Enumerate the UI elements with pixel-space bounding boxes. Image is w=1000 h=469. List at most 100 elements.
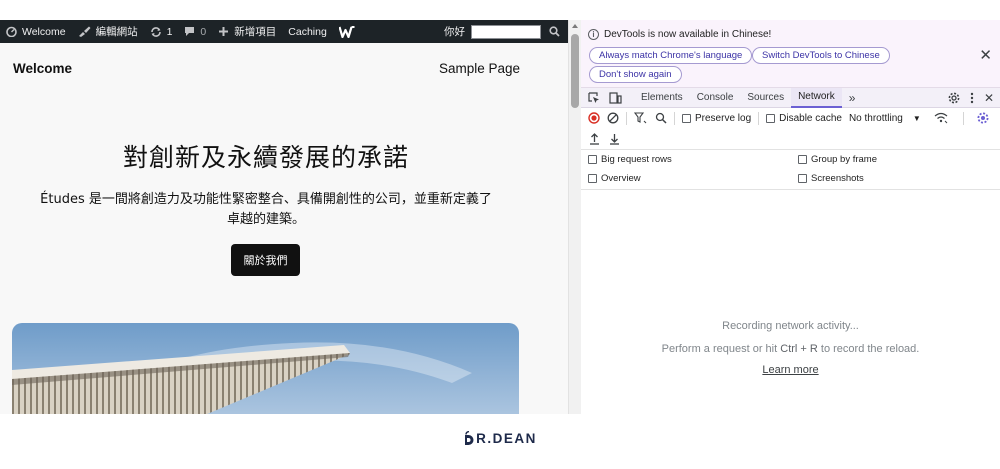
settings-gear-icon[interactable]	[948, 92, 960, 104]
clear-icon[interactable]	[607, 112, 619, 124]
infobar-close-icon[interactable]: ✕	[979, 46, 992, 64]
admin-bar-search-input[interactable]	[471, 24, 541, 39]
group-by-frame-checkbox[interactable]: Group by frame	[798, 154, 877, 165]
export-har-icon[interactable]	[609, 133, 620, 145]
dashboard-icon	[6, 26, 17, 37]
toolbar-separator	[626, 111, 627, 125]
record-stop-icon[interactable]	[588, 112, 600, 124]
overview-label: Overview	[601, 173, 641, 184]
site-header: Welcome Sample Page	[0, 43, 568, 93]
network-toolbar: Preserve log Disable cache No throttling…	[581, 108, 1000, 128]
screenshots-label: Screenshots	[811, 173, 864, 184]
reload-hint-suffix: to record the reload.	[820, 343, 920, 355]
import-har-icon[interactable]	[589, 132, 600, 145]
filter-icon[interactable]	[634, 112, 648, 124]
screenshots-box[interactable]	[798, 174, 807, 183]
network-settings-pane: Big request rows Group by frame Overview…	[581, 150, 1000, 190]
tab-elements[interactable]: Elements	[629, 88, 690, 108]
reload-shortcut: Ctrl + R	[780, 343, 818, 355]
dr-dean-logo-mark-icon	[465, 430, 474, 445]
inspect-element-icon[interactable]	[581, 88, 607, 108]
architecture-photo	[12, 323, 519, 414]
wp-admin-bar: Welcome 編輯網站 1 0 新增項目 Caching 你好	[0, 20, 568, 43]
admin-bar-updates[interactable]: 1	[144, 20, 179, 43]
search-icon	[549, 26, 560, 37]
chevron-down-icon: ▼	[912, 113, 921, 123]
admin-bar-edit-site[interactable]: 編輯網站	[72, 20, 144, 43]
w-logo-icon	[338, 25, 355, 38]
tab-sources[interactable]: Sources	[740, 88, 791, 108]
nav-link-sample-page[interactable]: Sample Page	[439, 61, 520, 76]
admin-bar-w-logo-icon[interactable]	[333, 20, 363, 43]
group-by-frame-label: Group by frame	[811, 154, 877, 165]
about-us-button[interactable]: 關於我們	[231, 244, 300, 276]
admin-bar-site-menu[interactable]: Welcome	[0, 20, 72, 43]
admin-bar-site-name: Welcome	[22, 25, 66, 38]
throttling-select[interactable]: No throttling ▼	[849, 113, 921, 124]
devtools-panel: i DevTools is now available in Chinese! …	[581, 20, 1000, 414]
admin-bar-updates-count: 1	[166, 25, 173, 38]
reload-hint-prefix: Perform a request or hit	[661, 343, 778, 355]
kebab-menu-icon[interactable]	[970, 92, 974, 104]
devtools-tab-actions: ✕	[948, 91, 1000, 105]
comment-icon	[185, 27, 195, 36]
scrollbar-thumb[interactable]	[571, 34, 579, 108]
admin-bar-greeting[interactable]: 你好	[444, 24, 465, 39]
screenshots-checkbox[interactable]: Screenshots	[798, 173, 864, 184]
match-chrome-language-button[interactable]: Always match Chrome's language	[589, 47, 753, 64]
admin-bar-new-item-label: 新增項目	[234, 26, 277, 38]
network-settings-gear-icon[interactable]	[977, 112, 989, 124]
big-request-rows-box[interactable]	[588, 155, 597, 164]
overview-box[interactable]	[588, 174, 597, 183]
preserve-log-checkbox[interactable]: Preserve log	[682, 113, 751, 124]
close-devtools-icon[interactable]: ✕	[984, 91, 994, 105]
footer-logo: R.DEAN	[0, 428, 1000, 448]
dont-show-again-button[interactable]: Don't show again	[589, 66, 682, 83]
more-tabs-icon[interactable]: »	[842, 88, 863, 108]
reload-hint-text: Perform a request or hit Ctrl + R to rec…	[581, 343, 1000, 355]
admin-bar-caching[interactable]: Caching	[282, 20, 333, 43]
hero-description: Études 是一間將創造力及功能性緊密整合、具備開創性的公司，並重新定義了卓越…	[40, 192, 492, 227]
screenshot-frame: Welcome 編輯網站 1 0 新增項目 Caching 你好 Welcome…	[0, 20, 1000, 414]
infobar-message: DevTools is now available in Chinese!	[604, 29, 772, 40]
logo-text: R.DEAN	[476, 430, 537, 446]
recording-status-text: Recording network activity...	[722, 320, 859, 332]
admin-bar-caching-label: Caching	[288, 25, 327, 38]
network-toolbar-secondary	[581, 128, 1000, 150]
learn-more-link[interactable]: Learn more	[762, 364, 818, 376]
toolbar-separator	[758, 111, 760, 125]
device-toolbar-icon[interactable]	[607, 88, 629, 108]
overview-checkbox[interactable]: Overview	[588, 173, 641, 184]
tab-console[interactable]: Console	[690, 88, 741, 108]
preserve-log-box[interactable]	[682, 113, 691, 123]
search-icon[interactable]	[655, 112, 667, 124]
admin-bar-comments[interactable]: 0	[178, 20, 212, 43]
language-infobar: i DevTools is now available in Chinese! …	[581, 20, 1000, 88]
disable-cache-checkbox[interactable]: Disable cache	[766, 113, 842, 124]
preserve-log-label: Preserve log	[695, 112, 752, 124]
disable-cache-box[interactable]	[766, 113, 776, 123]
plus-icon	[219, 27, 229, 36]
network-conditions-icon[interactable]	[934, 112, 948, 124]
brush-icon	[78, 26, 91, 37]
infobar-message-row: i DevTools is now available in Chinese!	[588, 29, 771, 40]
admin-bar-comments-count: 0	[200, 25, 207, 38]
page-scrollbar[interactable]	[568, 20, 581, 414]
big-request-rows-label: Big request rows	[601, 154, 672, 165]
toolbar-separator	[962, 111, 964, 125]
hero-title: 對創新及永續發展的承諾	[122, 143, 409, 172]
hero-image	[12, 323, 519, 414]
site-title[interactable]: Welcome	[13, 61, 72, 76]
admin-bar-search-button[interactable]	[547, 26, 568, 37]
group-by-frame-box[interactable]	[798, 155, 807, 164]
big-request-rows-checkbox[interactable]: Big request rows	[588, 154, 672, 165]
admin-bar-edit-site-label: 編輯網站	[95, 26, 138, 38]
admin-bar-right: 你好	[444, 20, 568, 43]
switch-to-chinese-button[interactable]: Switch DevTools to Chinese	[752, 47, 890, 64]
dr-dean-logo: R.DEAN	[463, 430, 537, 446]
disable-cache-label: Disable cache	[779, 112, 842, 124]
scroll-up-arrow-icon[interactable]	[572, 24, 578, 28]
admin-bar-new-item[interactable]: 新增項目	[212, 20, 282, 43]
tab-network[interactable]: Network	[791, 87, 842, 108]
wordpress-page: Welcome 編輯網站 1 0 新增項目 Caching 你好 Welcome…	[0, 20, 568, 414]
